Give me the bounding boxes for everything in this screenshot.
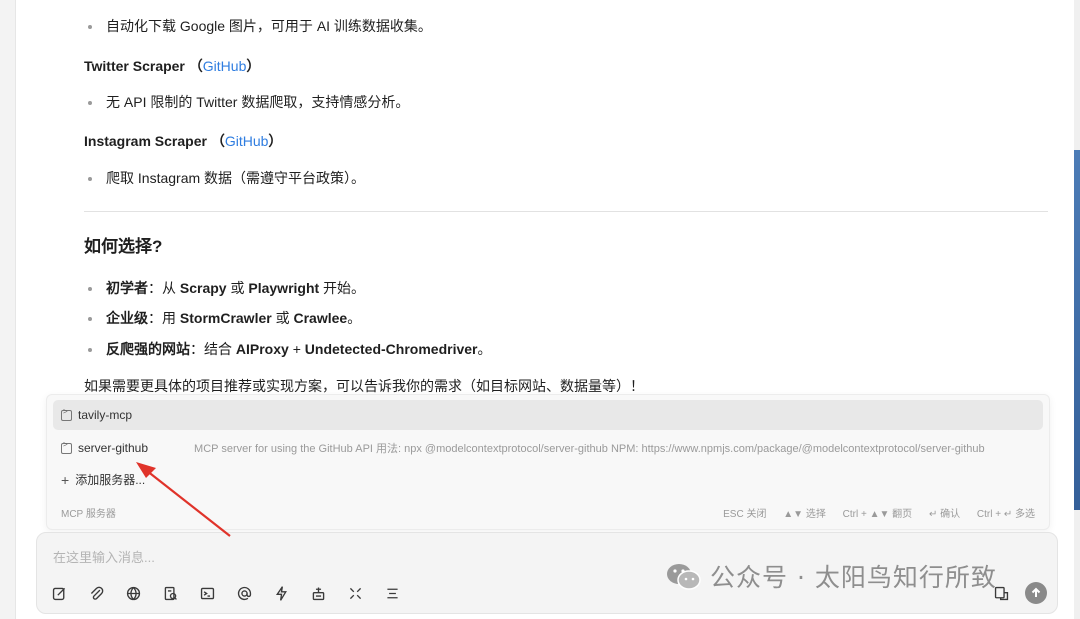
- popup-footer: MCP 服务器 ESC 关闭 ▲▼ 选择 Ctrl + ▲▼ 翻页 ↵ 确认 C…: [61, 505, 1035, 520]
- terminal-icon: [61, 407, 72, 421]
- edit-icon[interactable]: [51, 581, 88, 605]
- globe-icon[interactable]: [125, 581, 162, 605]
- divider: [84, 211, 1048, 212]
- message-input[interactable]: 在这里输入消息...: [53, 547, 155, 566]
- wechat-icon: [667, 564, 701, 590]
- menu-icon[interactable]: [384, 581, 421, 605]
- scrollbar[interactable]: [1074, 0, 1080, 619]
- send-button[interactable]: [1025, 582, 1047, 604]
- composer-toolbar: [51, 581, 421, 605]
- list-item: 自动化下载 Google 图片，可用于 AI 训练数据收集。: [88, 16, 432, 37]
- list-item: 反爬强的网站：结合 AIProxy + Undetected-Chromedri…: [87, 339, 491, 360]
- server-description: MCP server for using the GitHub API 用法: …: [194, 443, 985, 455]
- mcp-server-item[interactable]: server-github MCP server for using the G…: [53, 433, 1043, 463]
- knowledge-icon[interactable]: [162, 581, 199, 605]
- composer-actions: [993, 581, 1047, 605]
- mention-icon[interactable]: [236, 581, 273, 605]
- lightning-icon[interactable]: [273, 581, 310, 605]
- github-link[interactable]: GitHub: [225, 133, 269, 149]
- list-item: 企业级：用 StormCrawler 或 Crawlee。: [87, 308, 361, 329]
- terminal-icon: [61, 440, 72, 454]
- mcp-server-popup: tavily-mcp server-github MCP server for …: [46, 394, 1050, 530]
- section-title: 如何选择?: [84, 237, 163, 256]
- github-link[interactable]: GitHub: [203, 58, 247, 74]
- expand-icon[interactable]: [347, 581, 384, 605]
- left-panel-edge: [0, 0, 16, 619]
- terminal-icon[interactable]: [199, 581, 236, 605]
- list-item: 初学者：从 Scrapy 或 Playwright 开始。: [87, 278, 365, 299]
- project-heading-instagram: Instagram Scraper （GitHub）: [84, 133, 283, 149]
- attachment-icon[interactable]: [88, 581, 125, 605]
- plus-icon: +: [61, 471, 70, 488]
- keyboard-hints: ESC 关闭 ▲▼ 选择 Ctrl + ▲▼ 翻页 ↵ 确认 Ctrl + ↵ …: [723, 509, 1035, 520]
- mcp-server-icon[interactable]: [310, 581, 347, 605]
- watermark: 公众号 · 太阳鸟知行所致: [664, 558, 997, 594]
- add-server-button[interactable]: + 添加服务器...: [61, 471, 145, 488]
- list-item: 爬取 Instagram 数据（需遵守平台政策）。: [87, 168, 365, 189]
- project-heading-twitter: Twitter Scraper （GitHub）: [84, 58, 261, 74]
- list-item: 无 API 限制的 Twitter 数据爬取，支持情感分析。: [87, 92, 409, 113]
- mcp-server-item[interactable]: tavily-mcp: [53, 400, 1043, 430]
